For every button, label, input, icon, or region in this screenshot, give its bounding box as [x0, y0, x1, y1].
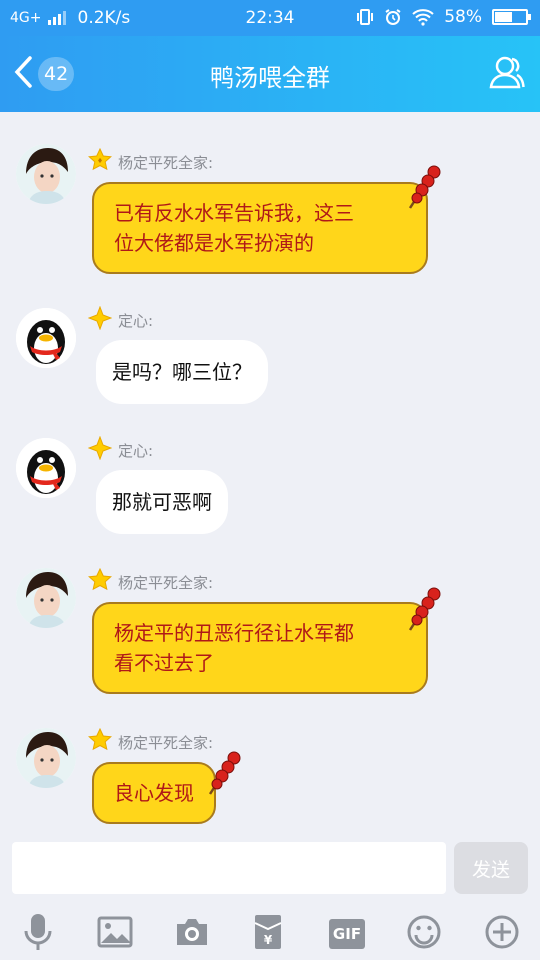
message-bubble[interactable]: 已有反水水军告诉我，这三 位大佬都是水军扮演的 [92, 182, 428, 274]
message-bubble[interactable]: 良心发现 [92, 762, 216, 824]
sender-name: 定心: [118, 311, 154, 330]
emoji-icon [406, 914, 442, 954]
title-bar: 42 鸭汤喂全群 [0, 36, 540, 112]
plus-icon [484, 914, 520, 954]
message-bubble[interactable]: 是吗？哪三位？ [96, 340, 268, 404]
gif-button[interactable]: GIF [325, 912, 369, 956]
sender-row: ♦ 杨定平死全家: [88, 147, 214, 176]
star-level-icon [88, 567, 112, 596]
avatar[interactable] [16, 438, 76, 498]
candied-haws-icon [404, 586, 444, 636]
avatar[interactable] [16, 728, 76, 788]
star-level-icon: ♦ [88, 147, 112, 176]
star-level-icon [88, 727, 112, 756]
battery-percent: 58% [444, 7, 482, 27]
people-icon [488, 56, 526, 94]
diamond-level-icon [87, 435, 113, 464]
status-bar: 4G+ 0.2K/s 22:34 58% [0, 0, 540, 36]
sender-name: 杨定平死全家: [118, 153, 214, 172]
sender-name: 杨定平死全家: [118, 573, 214, 592]
message-list[interactable]: ♦ 杨定平死全家: 已有反水水军告诉我，这三 位大佬都是水军扮演的 定心: 是吗… [0, 112, 540, 830]
message-text: 是吗？哪三位？ [112, 360, 252, 384]
sender-row: 定心: [87, 305, 154, 334]
wifi-icon [412, 8, 434, 26]
diamond-level-icon [87, 305, 113, 334]
camera-button[interactable] [170, 912, 214, 956]
svg-text:♦: ♦ [97, 157, 103, 165]
svg-text:¥: ¥ [264, 933, 273, 947]
vibrate-icon [356, 8, 374, 26]
red-packet-icon: ¥ [253, 913, 283, 955]
message-bubble[interactable]: 那就可恶啊 [96, 470, 228, 534]
sender-row: 杨定平死全家: [88, 727, 214, 756]
mic-icon [22, 912, 54, 956]
avatar[interactable] [16, 144, 76, 204]
sender-name: 定心: [118, 441, 154, 460]
send-button[interactable]: 发送 [454, 842, 528, 894]
candied-haws-icon [404, 164, 444, 214]
page-title: 鸭汤喂全群 [210, 64, 330, 92]
emoji-button[interactable] [402, 912, 446, 956]
input-toolbar: ¥ GIF [0, 908, 540, 958]
battery-fill [495, 12, 513, 22]
message-input[interactable] [12, 842, 446, 894]
message-bubble[interactable]: 杨定平的丑恶行径让水军都 看不过去了 [92, 602, 428, 694]
avatar[interactable] [16, 568, 76, 628]
voice-button[interactable] [16, 912, 60, 956]
avatar[interactable] [16, 308, 76, 368]
message-text-line: 看不过去了 [114, 651, 214, 675]
photo-album-button[interactable] [93, 912, 137, 956]
message-text-line: 杨定平的丑恶行径让水军都 [114, 621, 354, 645]
message-text-line: 已有反水水军告诉我，这三 [114, 201, 354, 225]
battery-icon [492, 9, 531, 25]
group-members-button[interactable] [488, 54, 526, 94]
camera-icon [174, 916, 210, 952]
message-text-line: 良心发现 [114, 781, 194, 805]
more-button[interactable] [480, 912, 524, 956]
alarm-icon [384, 8, 402, 26]
sender-row: 定心: [87, 435, 154, 464]
input-area: 发送 ¥ GIF [0, 830, 540, 960]
image-icon [97, 916, 133, 952]
red-packet-button[interactable]: ¥ [246, 912, 290, 956]
message-text-line: 位大佬都是水军扮演的 [114, 231, 314, 255]
message-text: 那就可恶啊 [112, 490, 212, 514]
sender-row: 杨定平死全家: [88, 567, 214, 596]
candied-haws-icon [204, 750, 244, 800]
sender-name: 杨定平死全家: [118, 733, 214, 752]
gif-icon: GIF [329, 919, 365, 949]
